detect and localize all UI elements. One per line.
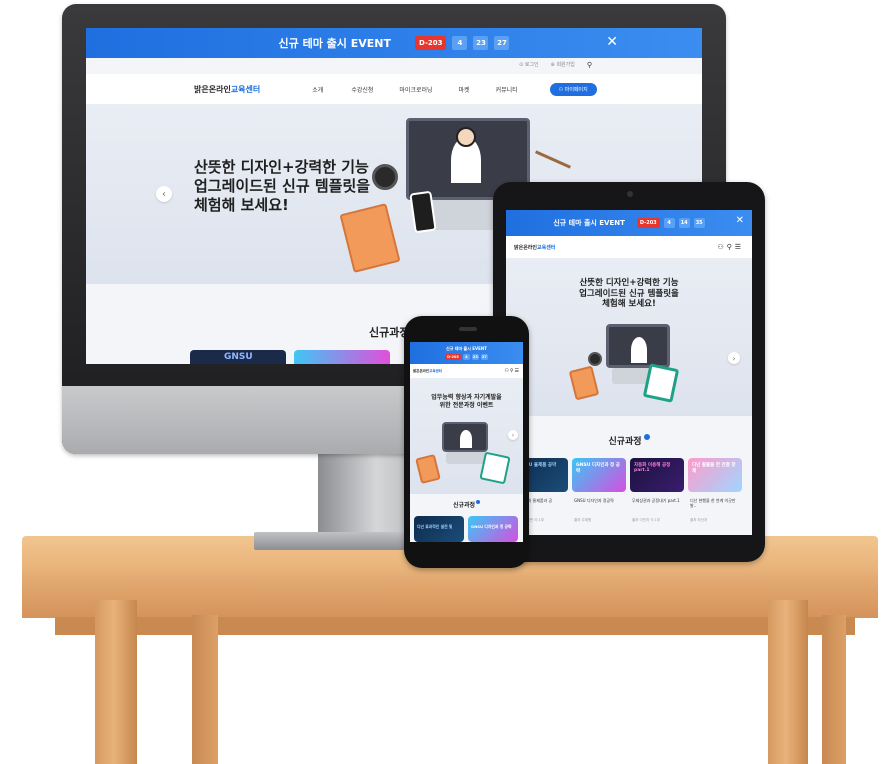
- tablet-hero-headline: 산뜻한 디자인+강력한 기능 업그레이드된 신규 템플릿을 체험해 보세요!: [579, 278, 679, 310]
- hero-headline: 산뜻한 디자인+강력한 기능 업그레이드된 신규 템플릿을 체험해 보세요!: [194, 158, 371, 214]
- phone-event-banner[interactable]: 신규 테마 출시 EVENT D-203 4 23 27: [410, 342, 523, 364]
- tablet-course-card-2[interactable]: GNSU 디자인과 정 공략: [572, 458, 626, 492]
- table-rail: [55, 617, 855, 635]
- nav-item-intro[interactable]: 소개: [312, 85, 323, 94]
- tablet-event-banner[interactable]: 신규 테마 출시 EVENT D-203 4 14 35 ✕: [506, 210, 752, 236]
- mypage-button[interactable]: ⚇ 마이페이지: [549, 82, 597, 96]
- tablet-course-title-2[interactable]: GNSU 디자인과 정공략: [574, 498, 626, 503]
- instructor-head: [456, 127, 476, 147]
- phone-laptop-illustration: [442, 422, 488, 452]
- phone-notebook-teal-illustration: [479, 451, 511, 485]
- tablet-countdown-minutes: 35: [693, 218, 705, 228]
- phone-nav-icons[interactable]: ⚇⚲☰: [504, 368, 520, 374]
- phone-info-dot-icon: [476, 500, 481, 504]
- tablet-camera: [627, 191, 633, 197]
- tablet-site-logo[interactable]: 밝은온라인교육센터: [514, 244, 555, 251]
- tablet-countdown-days: 4: [663, 218, 675, 228]
- table-leg-front-right: [768, 600, 808, 764]
- phone-course-card-2[interactable]: GNSU 디자인과 정 공략: [468, 516, 518, 542]
- table-leg-back-left: [192, 615, 218, 764]
- phone-instructor-figure: [460, 430, 472, 448]
- table-edge: [22, 582, 878, 618]
- phone-dday-badge: D-203: [445, 354, 461, 360]
- pencil-illustration: [535, 150, 571, 169]
- signup-link[interactable]: ⊕ 회원가입: [551, 61, 575, 69]
- tablet-chevron-right-icon[interactable]: ›: [728, 352, 740, 364]
- device-mockup-scene: 신규 테마 출시 EVENT D-203 4 23 27 ✕ ⊙ 로그인 ⊕ 회…: [0, 0, 882, 764]
- tablet-new-courses-title: 신규과정: [506, 434, 752, 447]
- nav-item-market[interactable]: 마켓: [459, 85, 470, 94]
- banner-title: 신규 테마 출시 EVENT: [278, 37, 391, 50]
- tablet-course-card-4[interactable]: 디넌 휠불을 한 연결 창제: [688, 458, 742, 492]
- tablet-countdown-hours: 14: [678, 218, 690, 228]
- nav-item-enroll[interactable]: 수강신청: [351, 85, 373, 94]
- site-logo[interactable]: 밝은온라인교육센터: [194, 84, 260, 95]
- phone-banner-title: 신규 테마 출시 EVENT: [446, 346, 487, 351]
- dday-badge: D-203: [415, 36, 447, 50]
- phone-course-card-1[interactable]: 디넌 효과적인 설전 및: [414, 516, 464, 542]
- chevron-left-icon[interactable]: ‹: [156, 186, 172, 202]
- tablet-hero: 산뜻한 디자인+강력한 기능 업그레이드된 신규 템플릿을 체험해 보세요! ›: [506, 258, 752, 416]
- course-card-1[interactable]: GNSU: [190, 350, 286, 364]
- nav-item-community[interactable]: 커뮤니티: [496, 85, 518, 94]
- phone-navbar: 밝은온라인교육센터 ⚇⚲☰: [410, 364, 523, 378]
- close-icon[interactable]: ✕: [606, 34, 618, 50]
- table-leg-back-right: [822, 615, 846, 764]
- tablet-dday-badge: D-203: [636, 218, 660, 228]
- tablet-notebook-illustration: [568, 365, 600, 401]
- phone-notebook-illustration: [415, 453, 441, 485]
- login-link[interactable]: ⊙ 로그인: [519, 61, 539, 69]
- phone-screen: 신규 테마 출시 EVENT D-203 4 23 27 밝은온라인교육센터 ⚇…: [410, 342, 523, 542]
- search-icon[interactable]: ⚲: [587, 61, 592, 69]
- phone-site-logo[interactable]: 밝은온라인교육센터: [413, 369, 442, 374]
- countdown-minutes: 27: [494, 36, 510, 50]
- phone-hero: 업무능력 향상과 자기계발을 위한 전문과정 이벤트 ›: [410, 378, 523, 494]
- notebook-illustration: [339, 203, 401, 273]
- phone-chevron-right-icon[interactable]: ›: [508, 430, 518, 440]
- tablet-laptop-illustration: [606, 324, 670, 368]
- coffee-cup-icon: [372, 164, 398, 190]
- tablet-course-card-3[interactable]: 자동화 이용해 공정 part.1: [630, 458, 684, 492]
- tablet-coffee-cup-icon: [588, 352, 602, 366]
- tablet-course-meta-3: 출처 이인지 식 1부: [632, 518, 661, 522]
- course-card-2[interactable]: [294, 350, 390, 364]
- tablet-notebook-teal-illustration: [642, 363, 680, 403]
- tablet-nav-icons[interactable]: ⚇⚲☰: [717, 243, 744, 251]
- tablet-course-meta-2: 출처 주제원: [574, 518, 592, 522]
- tablet-course-title-3[interactable]: 무제상권과 공정내기 part.1: [632, 498, 684, 503]
- info-dot-icon: [643, 434, 650, 440]
- tablet-screen: 신규 테마 출시 EVENT D-203 4 14 35 ✕ 밝은온라인교육센터…: [506, 210, 752, 535]
- tablet-course-title-4[interactable]: 디넌 현행을 한 연계 이곳만 발..: [690, 498, 742, 508]
- countdown-hours: 23: [473, 36, 489, 50]
- nav-item-microlearning[interactable]: 마이크로러닝: [399, 85, 432, 94]
- phone-countdown-hours: 23: [471, 354, 479, 360]
- event-banner[interactable]: 신규 테마 출시 EVENT D-203 4 23 27 ✕: [86, 28, 702, 58]
- site-navbar: 밝은온라인교육센터 소개 수강신청 마이크로러닝 마켓 커뮤니티 ⚇ 마이페이지: [86, 74, 702, 104]
- phone-countdown-minutes: 27: [480, 354, 488, 360]
- phone-new-courses-title: 신규과정: [410, 500, 523, 509]
- phone-hero-headline: 업무능력 향상과 자기계발을 위한 전문과정 이벤트: [431, 394, 502, 409]
- countdown-days: 4: [452, 36, 468, 50]
- table-leg-front-left: [95, 600, 137, 764]
- tablet-close-icon[interactable]: ✕: [736, 215, 744, 226]
- tablet-instructor-figure: [631, 337, 647, 363]
- util-links: ⊙ 로그인 ⊕ 회원가입 ⚲: [519, 61, 592, 69]
- tablet-banner-title: 신규 테마 출시 EVENT: [553, 219, 625, 227]
- phone-countdown-days: 4: [462, 354, 470, 360]
- phone-speaker: [459, 327, 477, 331]
- tablet-course-meta-4: 출처 자신저: [690, 518, 708, 522]
- tablet-navbar: 밝은온라인교육센터 ⚇⚲☰: [506, 236, 752, 258]
